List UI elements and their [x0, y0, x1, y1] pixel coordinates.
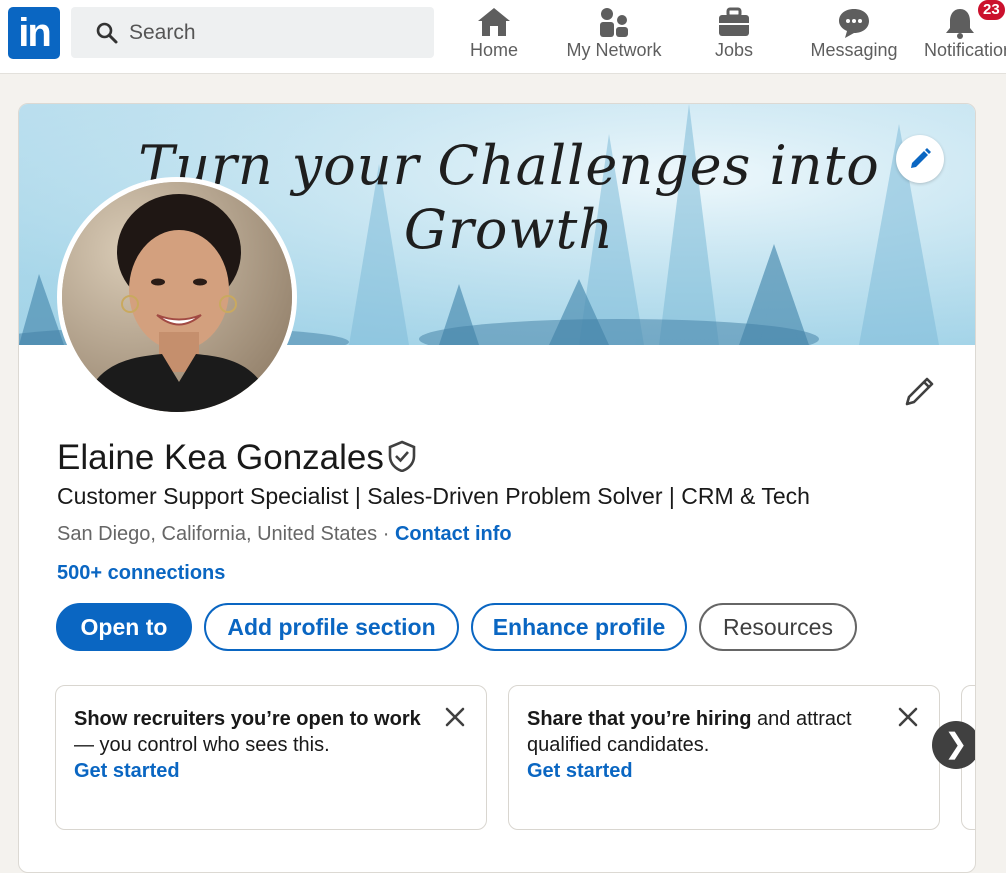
nav-home[interactable]: Home: [459, 4, 529, 70]
nav-jobs[interactable]: Jobs: [707, 4, 761, 70]
suggestion-title: Show recruiters you’re open to work: [74, 708, 421, 730]
enhance-profile-button[interactable]: Enhance profile: [471, 603, 687, 651]
nav-home-label: Home: [469, 40, 518, 60]
edit-banner-button[interactable]: [896, 135, 944, 183]
get-started-link[interactable]: Get started: [74, 760, 180, 783]
suggestion-title: Share that you’re hiring: [527, 708, 752, 730]
suggestion-text: Share that you’re hiring and attract qua…: [527, 706, 877, 758]
suggestion-body: — you control who sees this.: [74, 734, 330, 756]
suggestion-card-open-to-work: Show recruiters you’re open to work — yo…: [55, 685, 487, 830]
edit-profile-button[interactable]: [903, 374, 937, 413]
get-started-link[interactable]: Get started: [527, 760, 633, 783]
bell-icon: [946, 9, 974, 39]
search-input[interactable]: [129, 17, 419, 49]
profile-photo-image: [62, 182, 292, 412]
connections-link[interactable]: 500+ connections: [57, 562, 225, 585]
pencil-icon: [905, 377, 934, 406]
carousel-next-button[interactable]: ❯: [932, 721, 975, 769]
notification-badge: 23: [976, 0, 1006, 22]
contact-info-link[interactable]: Contact info: [395, 523, 512, 545]
home-icon: [478, 8, 510, 36]
chat-icon: [839, 9, 869, 38]
separator-dot: ·: [377, 523, 395, 545]
linkedin-logo[interactable]: in: [8, 7, 60, 59]
profile-location: San Diego, California, United States: [57, 523, 378, 545]
close-icon: [445, 707, 465, 727]
profile-headline: Customer Support Specialist | Sales-Driv…: [57, 483, 810, 509]
chevron-right-icon: ❯: [944, 728, 968, 759]
nav-my-network-label: My Network: [566, 40, 662, 60]
profile-name: Elaine Kea Gonzales: [57, 438, 384, 477]
suggestion-card-hiring: Share that you’re hiring and attract qua…: [508, 685, 940, 830]
dismiss-button[interactable]: [444, 706, 466, 733]
nav-messaging-label: Messaging: [810, 40, 898, 60]
profile-card: Turn your Challenges into Growth Elaine …: [18, 103, 976, 873]
nav-jobs-label: Jobs: [714, 40, 754, 60]
top-navigation: in Home My Network: [0, 0, 1006, 74]
dismiss-button[interactable]: [897, 706, 919, 733]
add-profile-section-button[interactable]: Add profile section: [204, 603, 459, 651]
nav-messaging[interactable]: Messaging: [808, 4, 900, 70]
search-bar[interactable]: [71, 7, 434, 58]
nav-notifications-label: Notifications: [924, 40, 1006, 60]
network-icon: [600, 8, 628, 37]
location-row: San Diego, California, United States · C…: [57, 523, 512, 546]
pencil-icon: [911, 148, 931, 168]
suggestion-text: Show recruiters you’re open to work — yo…: [74, 706, 424, 758]
verified-shield-icon[interactable]: [387, 440, 417, 477]
open-to-button[interactable]: Open to: [56, 603, 192, 651]
nav-my-network[interactable]: My Network: [562, 4, 666, 70]
resources-button[interactable]: Resources: [699, 603, 857, 651]
close-icon: [898, 707, 918, 727]
search-icon: [96, 22, 118, 44]
profile-photo[interactable]: [57, 177, 297, 417]
briefcase-icon: [719, 7, 749, 36]
